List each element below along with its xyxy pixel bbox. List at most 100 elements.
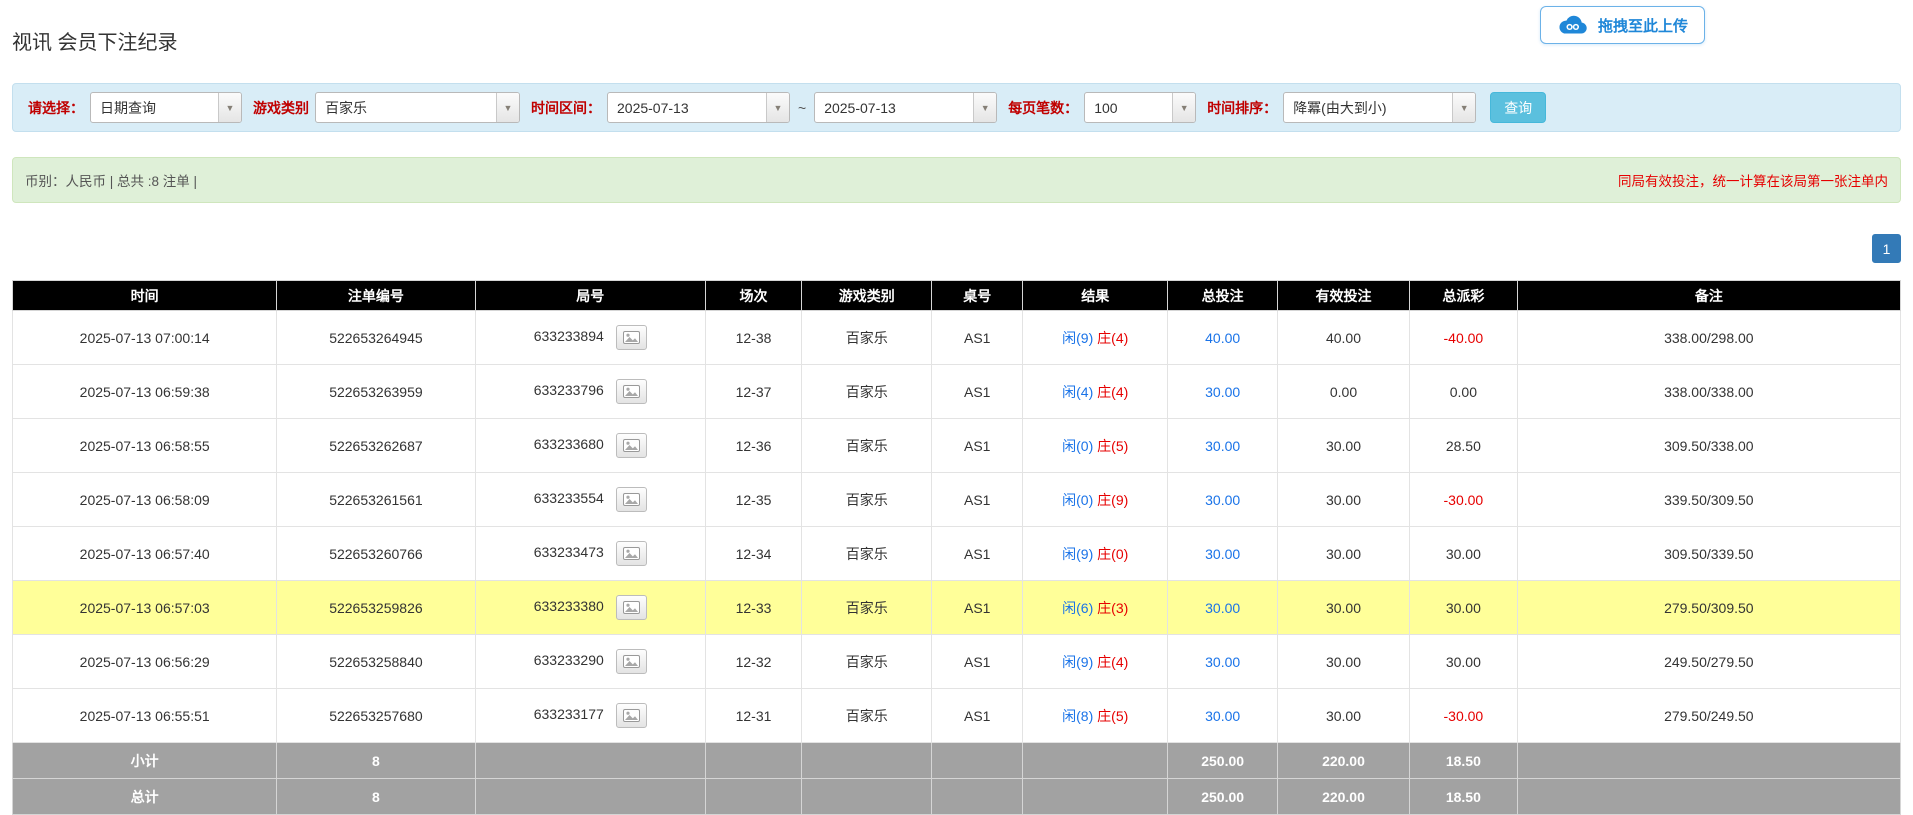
result-banker: 庄(4) bbox=[1097, 654, 1128, 670]
game-type-select[interactable]: 百家乐 ▼ bbox=[315, 92, 520, 123]
cell-empty bbox=[475, 743, 705, 779]
cell-session: 12-31 bbox=[705, 689, 801, 743]
cell-total-bet[interactable]: 30.00 bbox=[1168, 473, 1278, 527]
cell-total-bet[interactable]: 30.00 bbox=[1168, 581, 1278, 635]
cell-total-bet[interactable]: 30.00 bbox=[1168, 419, 1278, 473]
cell-total-bet[interactable]: 30.00 bbox=[1168, 635, 1278, 689]
cell-note: 338.00/298.00 bbox=[1517, 311, 1900, 365]
cell-result: 闲(0) 庄(5) bbox=[1023, 419, 1168, 473]
sort-order-value: 降冪(由大到小) bbox=[1284, 98, 1452, 118]
subtotal-total-bet: 250.00 bbox=[1168, 743, 1278, 779]
cell-session: 12-38 bbox=[705, 311, 801, 365]
subtotal-count: 8 bbox=[277, 743, 475, 779]
cell-total-bet[interactable]: 30.00 bbox=[1168, 365, 1278, 419]
query-type-select[interactable]: 日期查询 ▼ bbox=[90, 92, 242, 123]
subtotal-row: 小计 8 250.00 220.00 18.50 bbox=[13, 743, 1901, 779]
cell-bet-id: 522653257680 bbox=[277, 689, 475, 743]
cloud-upload-icon bbox=[1557, 14, 1588, 36]
search-button[interactable]: 查询 bbox=[1490, 92, 1546, 123]
filter-bar: 请选择： 日期查询 ▼ 游戏类别 百家乐 ▼ 时间区间： 2025-07-13 … bbox=[12, 83, 1901, 132]
cell-payout: 30.00 bbox=[1410, 527, 1518, 581]
chevron-down-icon[interactable]: ▼ bbox=[973, 93, 996, 122]
page-size-label: 每页笔数： bbox=[1008, 98, 1078, 118]
cell-payout: 0.00 bbox=[1410, 365, 1518, 419]
cell-empty bbox=[705, 743, 801, 779]
summary-bar: 币别：人民币 | 总共 :8 注单 | 同局有效投注，统一计算在该局第一张注单内 bbox=[12, 157, 1901, 203]
upload-label: 拖拽至此上传 bbox=[1598, 15, 1688, 36]
cell-session: 12-37 bbox=[705, 365, 801, 419]
video-replay-icon[interactable] bbox=[616, 703, 647, 728]
cell-note: 338.00/338.00 bbox=[1517, 365, 1900, 419]
video-replay-icon[interactable] bbox=[616, 487, 647, 512]
column-header: 结果 bbox=[1023, 281, 1168, 311]
cell-bet-id: 522653258840 bbox=[277, 635, 475, 689]
cell-session: 12-35 bbox=[705, 473, 801, 527]
cell-bet-id: 522653261561 bbox=[277, 473, 475, 527]
chevron-down-icon[interactable]: ▼ bbox=[218, 93, 241, 122]
cell-table-no: AS1 bbox=[932, 311, 1023, 365]
cell-total-bet[interactable]: 30.00 bbox=[1168, 527, 1278, 581]
cell-valid-bet: 30.00 bbox=[1277, 689, 1409, 743]
cell-game-type: 百家乐 bbox=[802, 635, 932, 689]
date-to-input[interactable]: 2025-07-13 ▼ bbox=[814, 92, 997, 123]
column-header: 桌号 bbox=[932, 281, 1023, 311]
round-number: 633233177 bbox=[534, 706, 604, 722]
round-number: 633233290 bbox=[534, 652, 604, 668]
chevron-down-icon[interactable]: ▼ bbox=[766, 93, 789, 122]
pagination: 1 bbox=[12, 234, 1901, 263]
result-banker: 庄(5) bbox=[1097, 438, 1128, 454]
date-from-input[interactable]: 2025-07-13 ▼ bbox=[607, 92, 790, 123]
total-payout: 18.50 bbox=[1410, 779, 1518, 815]
video-replay-icon[interactable] bbox=[616, 649, 647, 674]
cell-total-bet[interactable]: 40.00 bbox=[1168, 311, 1278, 365]
page-size-select[interactable]: 100 ▼ bbox=[1084, 92, 1196, 123]
result-banker: 庄(4) bbox=[1097, 330, 1128, 346]
video-replay-icon[interactable] bbox=[616, 433, 647, 458]
result-player: 闲(9) bbox=[1062, 654, 1093, 670]
cell-total-bet[interactable]: 30.00 bbox=[1168, 689, 1278, 743]
cell-valid-bet: 40.00 bbox=[1277, 311, 1409, 365]
table-row: 2025-07-13 06:56:29 522653258840 6332332… bbox=[13, 635, 1901, 689]
cell-game-type: 百家乐 bbox=[802, 311, 932, 365]
grand-total-row: 总计 8 250.00 220.00 18.50 bbox=[13, 779, 1901, 815]
cell-table-no: AS1 bbox=[932, 635, 1023, 689]
chevron-down-icon[interactable]: ▼ bbox=[1172, 93, 1195, 122]
page-button-1[interactable]: 1 bbox=[1872, 234, 1901, 263]
result-player: 闲(0) bbox=[1062, 492, 1093, 508]
cell-valid-bet: 30.00 bbox=[1277, 581, 1409, 635]
column-header: 有效投注 bbox=[1277, 281, 1409, 311]
video-replay-icon[interactable] bbox=[616, 325, 647, 350]
video-replay-icon[interactable] bbox=[616, 379, 647, 404]
page-root: 视讯 会员下注纪录 拖拽至此上传 请选择： 日期查询 ▼ 游戏类别 百家乐 ▼ … bbox=[0, 0, 1913, 815]
video-replay-icon[interactable] bbox=[616, 541, 647, 566]
table-row: 2025-07-13 06:57:03 522653259826 6332333… bbox=[13, 581, 1901, 635]
cell-table-no: AS1 bbox=[932, 473, 1023, 527]
cell-valid-bet: 30.00 bbox=[1277, 635, 1409, 689]
cell-empty bbox=[932, 779, 1023, 815]
cell-result: 闲(9) 庄(4) bbox=[1023, 311, 1168, 365]
cell-time: 2025-07-13 06:58:09 bbox=[13, 473, 277, 527]
column-header: 局号 bbox=[475, 281, 705, 311]
result-player: 闲(9) bbox=[1062, 546, 1093, 562]
cell-round: 633233290 bbox=[475, 635, 705, 689]
cell-time: 2025-07-13 06:55:51 bbox=[13, 689, 277, 743]
sort-order-select[interactable]: 降冪(由大到小) ▼ bbox=[1283, 92, 1476, 123]
cell-valid-bet: 30.00 bbox=[1277, 419, 1409, 473]
cell-round: 633233473 bbox=[475, 527, 705, 581]
cell-result: 闲(6) 庄(3) bbox=[1023, 581, 1168, 635]
game-type-label: 游戏类别 bbox=[253, 98, 309, 118]
upload-dropzone-button[interactable]: 拖拽至此上传 bbox=[1540, 6, 1705, 44]
chevron-down-icon[interactable]: ▼ bbox=[1452, 93, 1475, 122]
result-banker: 庄(9) bbox=[1097, 492, 1128, 508]
cell-payout: 28.50 bbox=[1410, 419, 1518, 473]
column-header: 总派彩 bbox=[1410, 281, 1518, 311]
result-player: 闲(8) bbox=[1062, 708, 1093, 724]
video-replay-icon[interactable] bbox=[616, 595, 647, 620]
cell-empty bbox=[1517, 743, 1900, 779]
cell-result: 闲(9) 庄(4) bbox=[1023, 635, 1168, 689]
cell-table-no: AS1 bbox=[932, 365, 1023, 419]
chevron-down-icon[interactable]: ▼ bbox=[496, 93, 519, 122]
date-range-separator: ~ bbox=[796, 100, 808, 116]
cell-valid-bet: 30.00 bbox=[1277, 473, 1409, 527]
round-number: 633233473 bbox=[534, 544, 604, 560]
